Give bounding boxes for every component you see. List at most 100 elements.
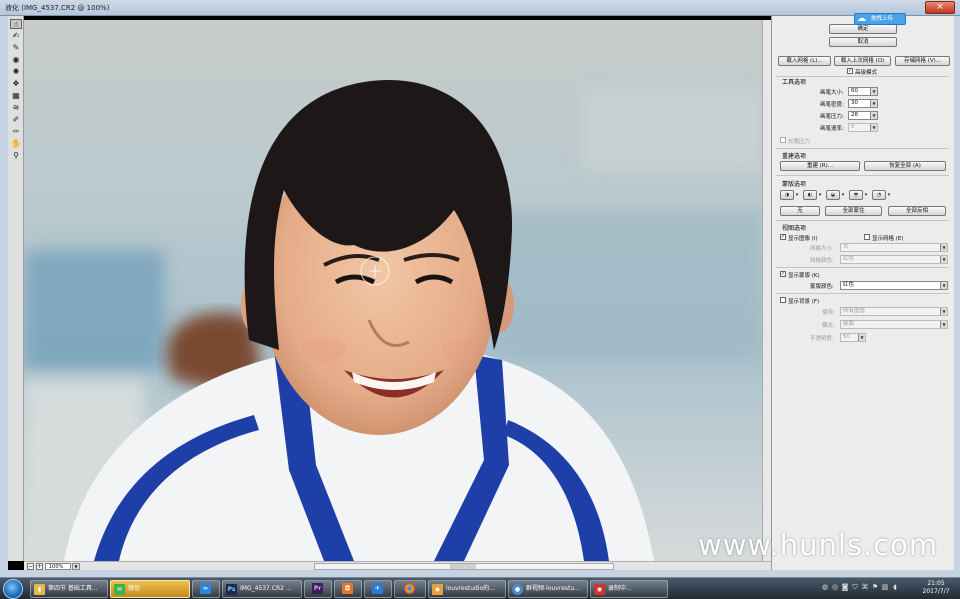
load-mesh-button[interactable]: 载入网格 (L)... xyxy=(778,56,831,66)
mirror-icon[interactable]: ▦ xyxy=(10,91,22,101)
volume-icon[interactable]: ◖ xyxy=(890,583,900,591)
chevron-down-icon[interactable]: ▾ xyxy=(817,190,823,200)
mode-select[interactable]: 前面 ▼ xyxy=(840,320,948,329)
use-select[interactable]: 所有图层 ▼ xyxy=(840,307,948,316)
mask-none-button[interactable]: 无 xyxy=(780,206,820,216)
stylus-pressure-checkbox[interactable] xyxy=(780,137,786,143)
invert-all-button[interactable]: 全部反相 xyxy=(888,206,946,216)
horizontal-scroll-thumb[interactable] xyxy=(450,564,476,569)
pucker-icon[interactable]: ◉ xyxy=(10,55,22,65)
brush-pressure-field[interactable]: 28 ▼ xyxy=(848,111,878,120)
chevron-down-icon[interactable]: ▼ xyxy=(940,244,947,251)
brush-pressure-dropdown-icon[interactable]: ▼ xyxy=(870,112,877,119)
taskbar-item-qq-video[interactable]: ● 群视频-louvrestu... xyxy=(508,580,588,598)
reconstruct-icon[interactable]: ✍ xyxy=(10,31,22,41)
baidu-netdisk-icon: ∞ xyxy=(200,583,211,594)
forward-warp-icon[interactable]: ☝ xyxy=(10,19,22,29)
show-mask-checkbox[interactable]: ✓ xyxy=(780,271,786,277)
preview-canvas[interactable] xyxy=(24,20,762,561)
show-mesh-label: 显示网格 (E) xyxy=(872,236,904,242)
zoom-in-button[interactable]: + xyxy=(36,563,43,570)
brush-size-field[interactable]: 60 ▼ xyxy=(848,87,878,96)
push-left-icon[interactable]: ❖ xyxy=(10,79,22,89)
network-icon[interactable]: ▥ xyxy=(880,583,890,591)
add-to-selection-icon[interactable]: ◐ xyxy=(803,190,817,200)
save-mesh-button[interactable]: 存储网格 (V)... xyxy=(895,56,950,66)
hand-icon[interactable]: ✋ xyxy=(10,139,22,149)
taskbar-item-camera-app[interactable]: ◘ xyxy=(334,580,362,598)
zoom-level-field[interactable]: 100% xyxy=(45,563,71,570)
chevron-down-icon[interactable]: ▾ xyxy=(863,190,869,200)
chevron-down-icon[interactable]: ▾ xyxy=(840,190,846,200)
use-label: 使用: xyxy=(822,310,835,316)
tray-app-icon[interactable]: ◎ xyxy=(830,583,840,591)
taskbar-item-record[interactable]: ◉ 录制中... xyxy=(590,580,668,598)
vertical-scrollbar[interactable] xyxy=(762,20,771,561)
mesh-size-select[interactable]: 大 ▼ xyxy=(840,243,948,252)
brush-density-field[interactable]: 30 ▼ xyxy=(848,99,878,108)
chevron-down-icon[interactable]: ▼ xyxy=(940,308,947,315)
mask-color-select[interactable]: 红色 ▼ xyxy=(840,281,948,290)
chevron-down-icon[interactable]: ▼ xyxy=(940,282,947,289)
taskbar-item-label: 群视频-louvrestu... xyxy=(526,585,580,592)
show-backdrop-checkbox[interactable] xyxy=(780,297,786,303)
drag-upload-badge[interactable]: ☁ 拖拽上传 xyxy=(854,13,906,25)
taskbar-item-label: louvrestudio的... xyxy=(446,585,495,592)
shield-icon[interactable]: ⛉ xyxy=(850,583,860,592)
chevron-down-icon[interactable]: ▼ xyxy=(940,321,947,328)
twirl-icon[interactable]: ✎ xyxy=(10,43,22,53)
show-image-checkbox[interactable]: ✓ xyxy=(780,234,786,240)
thaw-mask-icon[interactable]: ✑ xyxy=(10,127,22,137)
taskbar-item-feather-app[interactable]: ✈ xyxy=(364,580,392,598)
horizontal-scrollbar[interactable] xyxy=(314,563,614,570)
restore-all-button[interactable]: 恢复全部 (A) xyxy=(864,161,946,171)
chevron-down-icon[interactable]: ▾ xyxy=(794,190,800,200)
flag-icon[interactable]: ⚑ xyxy=(870,583,880,591)
photo-preview xyxy=(24,20,762,561)
brush-rate-dropdown-icon[interactable]: ▼ xyxy=(870,124,877,131)
qq-video-icon: ● xyxy=(512,583,523,595)
tray-app-icon[interactable]: ◙ xyxy=(840,583,850,591)
show-mesh-checkbox[interactable] xyxy=(864,234,870,240)
title-bar: 液化 (IMG_4537.CR2 @ 100%) × xyxy=(0,0,960,16)
use-value: 所有图层 xyxy=(843,308,866,314)
zoom-icon[interactable]: ⚲ xyxy=(10,151,22,161)
clock[interactable]: 21:05 2017/7/7 xyxy=(916,580,956,596)
brush-density-dropdown-icon[interactable]: ▼ xyxy=(870,100,877,107)
cancel-button[interactable]: 取消 xyxy=(829,37,897,47)
bloat-icon[interactable]: ✺ xyxy=(10,67,22,77)
invert-selection-icon[interactable]: ◔ xyxy=(872,190,886,200)
brush-rate-field[interactable]: 0 ▼ xyxy=(848,123,878,132)
start-button[interactable] xyxy=(3,579,23,599)
load-last-mesh-button[interactable]: 载入上次网格 (O) xyxy=(834,56,891,66)
brush-size-dropdown-icon[interactable]: ▼ xyxy=(870,88,877,95)
zoom-dropdown-arrow[interactable]: ▼ xyxy=(72,563,80,570)
mask-all-button[interactable]: 全部蒙住 xyxy=(825,206,882,216)
taskbar-item-photoshop[interactable]: Ps IMG_4537.CR2 ... xyxy=(222,580,302,598)
rebuild-button[interactable]: 重建 (R)... xyxy=(780,161,860,171)
taskbar-item-baidu-netdisk[interactable]: ∞ xyxy=(192,580,220,598)
chevron-down-icon[interactable]: ▼ xyxy=(858,334,865,341)
subtract-from-selection-icon[interactable]: ◒ xyxy=(826,190,840,200)
close-button[interactable]: × xyxy=(925,1,955,14)
ok-button[interactable]: 确定 xyxy=(829,24,897,34)
taskbar-item-wechat[interactable]: ✉ 微信 xyxy=(110,580,190,598)
turbulence-icon[interactable]: ≋ xyxy=(10,103,22,113)
taskbar-item-premiere[interactable]: Pr xyxy=(304,580,332,598)
taskbar-item-browser[interactable]: ◆ louvrestudio的... xyxy=(428,580,506,598)
language-icon[interactable]: ⌘ xyxy=(860,583,870,591)
chevron-down-icon[interactable]: ▼ xyxy=(940,256,947,263)
replace-selection-icon[interactable]: ◑ xyxy=(780,190,794,200)
mesh-color-select[interactable]: 红色 ▼ xyxy=(840,255,948,264)
opacity-field[interactable]: 50 ▼ xyxy=(840,333,866,342)
taskbar-item-folder[interactable]: ▮ 第四节 基础工具... xyxy=(30,580,108,598)
zoom-out-button[interactable]: − xyxy=(27,563,34,570)
intersect-selection-icon[interactable]: ◓ xyxy=(849,190,863,200)
advanced-mode-checkbox[interactable]: ✓ xyxy=(847,68,853,74)
camera-app-icon: ◘ xyxy=(342,583,353,594)
tray-app-icon[interactable]: ◍ xyxy=(820,583,830,591)
taskbar-item-chrome[interactable] xyxy=(394,580,426,598)
taskbar-item-label: 微信 xyxy=(128,585,141,592)
chevron-down-icon[interactable]: ▾ xyxy=(886,190,892,200)
freeze-mask-icon[interactable]: ✐ xyxy=(10,115,22,125)
